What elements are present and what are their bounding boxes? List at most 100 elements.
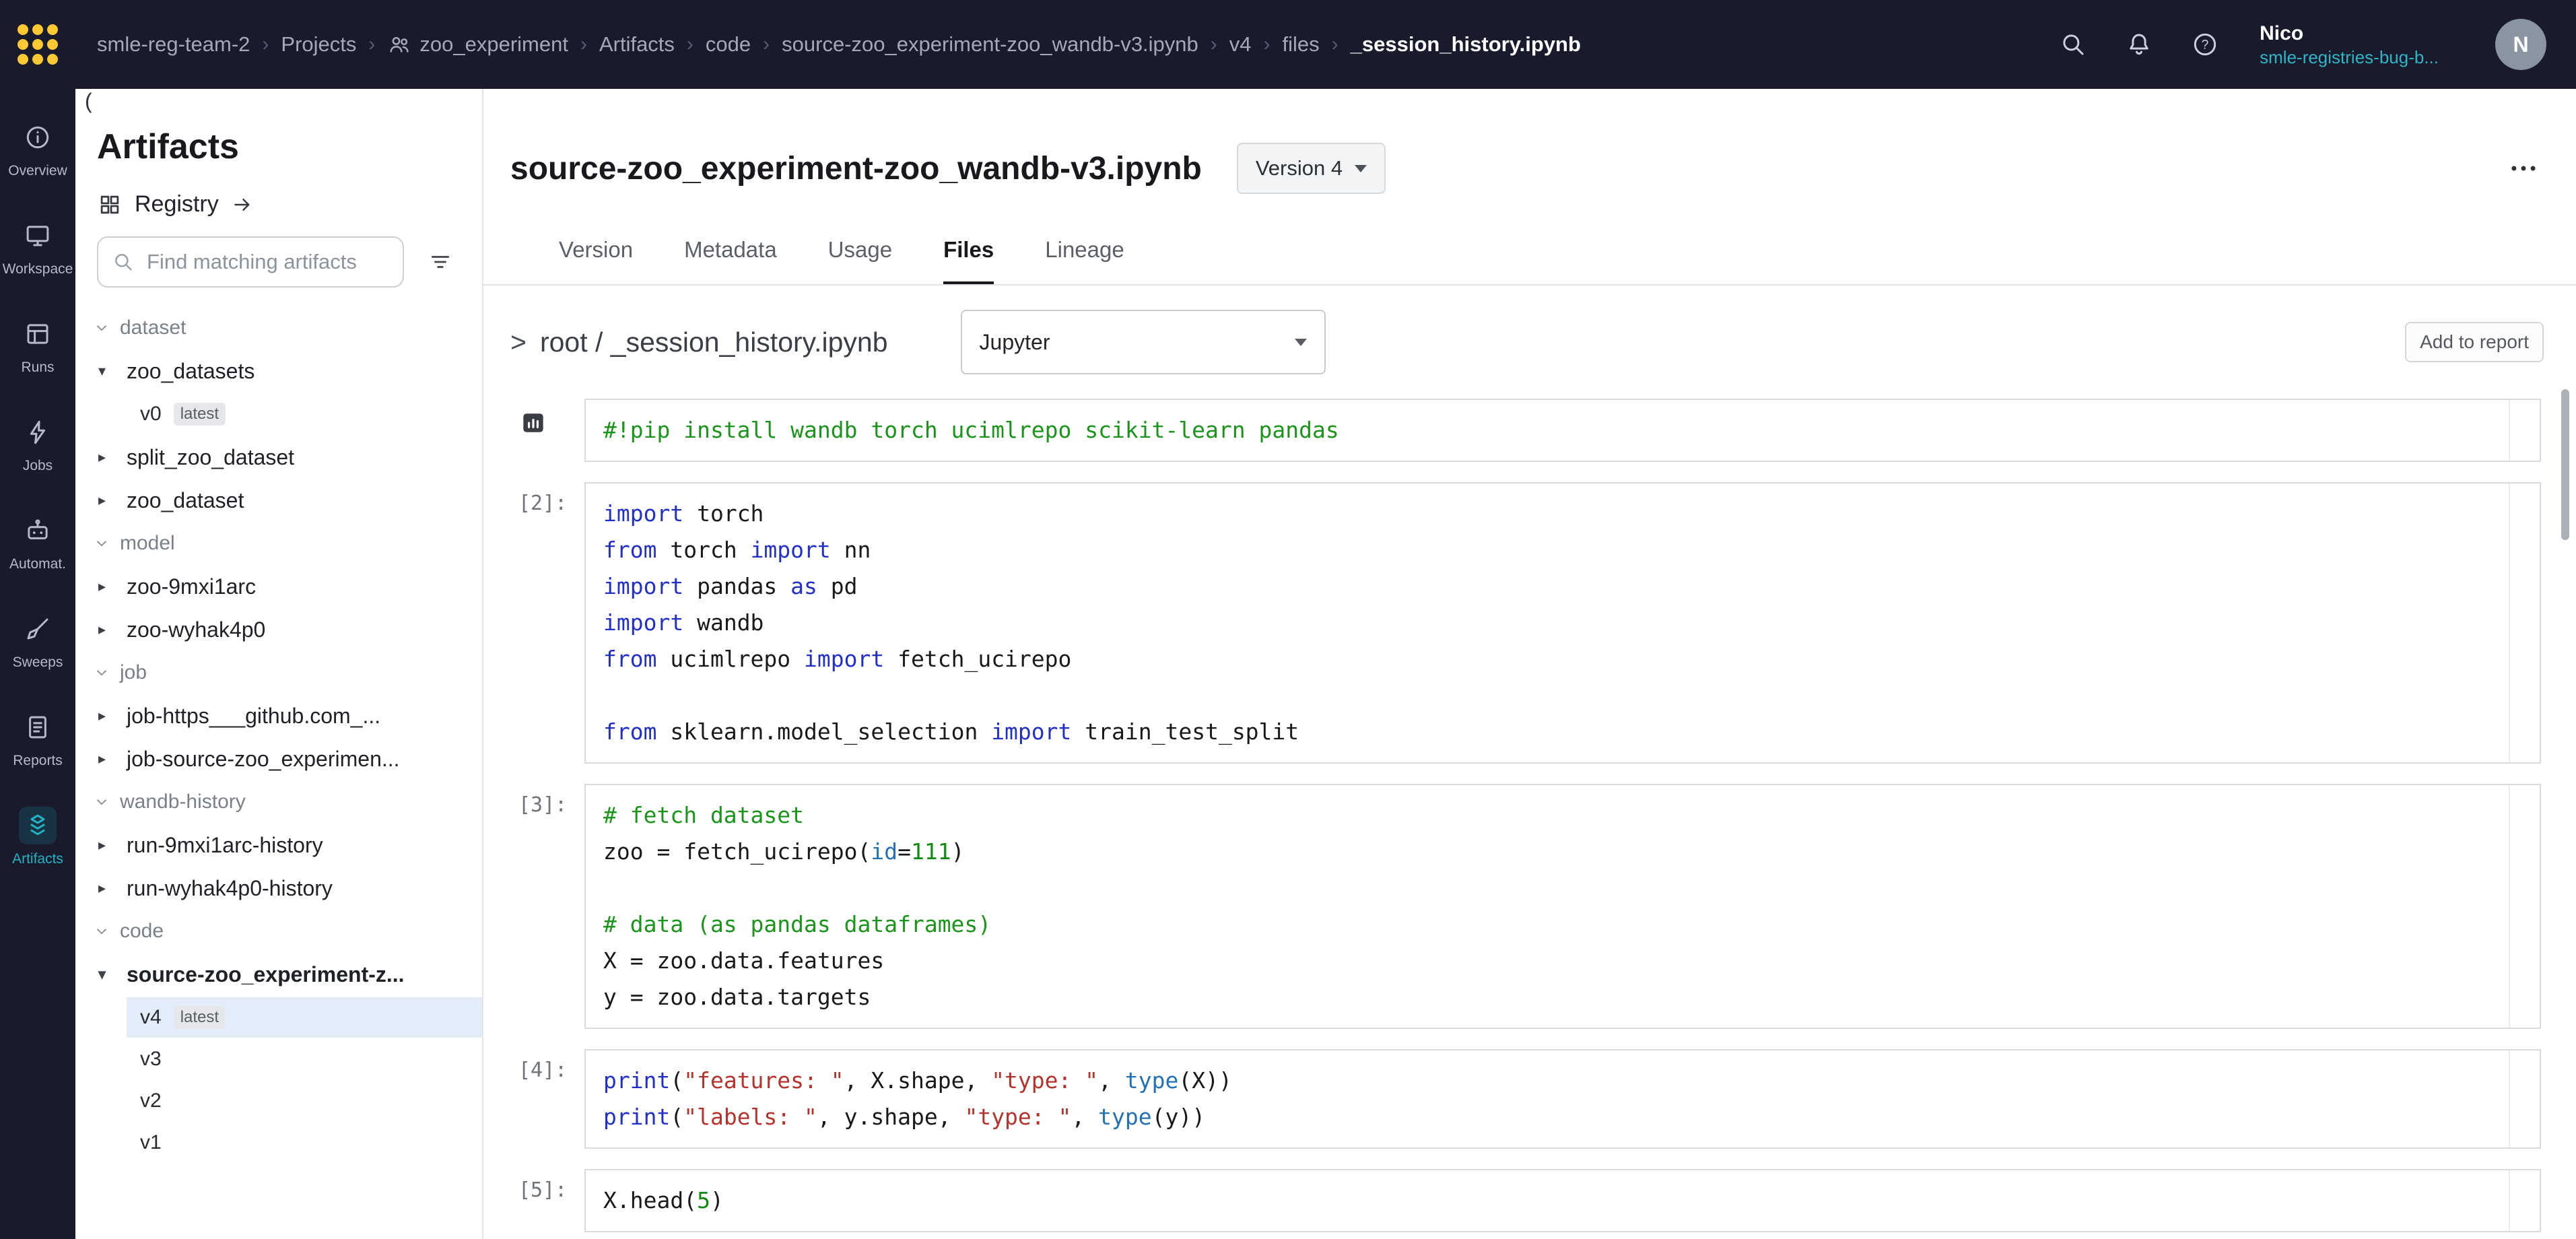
rail-item-runs[interactable]: Runs	[0, 296, 75, 395]
registry-link[interactable]: Registry	[97, 191, 461, 217]
tree-item[interactable]: ▸ job-https___github.com_...	[75, 694, 482, 737]
artifacts-icon	[19, 807, 57, 844]
version-dropdown-label: Version 4	[1256, 156, 1343, 180]
scrollbar[interactable]	[2561, 389, 2569, 540]
code-line: zoo = fetch_ucirepo(id=111)	[603, 834, 2540, 870]
expand-triangle-icon[interactable]: ▸	[98, 750, 114, 768]
expand-triangle-icon[interactable]: ▸	[98, 448, 114, 466]
chevron-down-icon	[93, 664, 110, 681]
tree-version-v4[interactable]: v4latest	[127, 997, 482, 1038]
tree-item[interactable]: ▸job-source-zoo_experimen...	[75, 737, 482, 780]
rail-item-label: Overview	[8, 163, 67, 179]
tree-item[interactable]: ▸run-9mxi1arc-history	[75, 824, 482, 867]
breadcrumb-separator: ›	[1264, 33, 1270, 56]
expand-triangle-icon[interactable]: ▸	[98, 578, 114, 595]
breadcrumb-item[interactable]: v4	[1229, 32, 1252, 57]
breadcrumb-item[interactable]: _session_history.ipynb	[1351, 32, 1581, 57]
code-line: from torch import nn	[603, 532, 2540, 568]
rail-item-reports[interactable]: Reports	[0, 690, 75, 788]
tree-section-job[interactable]: job	[75, 651, 482, 694]
expand-triangle-icon[interactable]: ▸	[98, 621, 114, 638]
tab-version[interactable]: Version	[559, 237, 633, 284]
tab-lineage[interactable]: Lineage	[1045, 237, 1124, 284]
rail-item-overview[interactable]: Overview	[0, 100, 75, 198]
cell-execution-count	[518, 399, 584, 462]
artifact-search[interactable]	[97, 236, 404, 288]
more-options-icon[interactable]	[2506, 151, 2541, 186]
path-prefix: >	[510, 327, 527, 358]
tree-version-v1[interactable]: v1	[127, 1123, 482, 1163]
help-icon[interactable]: ?	[2191, 30, 2219, 59]
search-icon[interactable]	[2059, 30, 2087, 59]
breadcrumb-item[interactable]: zoo_experiment	[387, 32, 568, 57]
cell-code[interactable]: X.head(5)	[584, 1169, 2541, 1232]
user-info[interactable]: Nico smle-registries-bug-b...	[2260, 20, 2439, 69]
breadcrumb-item[interactable]: Projects	[281, 32, 356, 57]
tree-item[interactable]: ▸zoo_dataset	[75, 479, 482, 522]
stray-character: (	[85, 89, 92, 114]
logo-dot	[18, 54, 28, 65]
tree-version-v2[interactable]: v2	[127, 1081, 482, 1121]
viewer-select[interactable]: Jupyter	[961, 310, 1326, 374]
rail-item-sweeps[interactable]: Sweeps	[0, 591, 75, 690]
tree-section-model[interactable]: model	[75, 522, 482, 565]
cell-code[interactable]: print("features: ", X.shape, "type: ", t…	[584, 1049, 2541, 1149]
expand-triangle-icon[interactable]: ▾	[98, 966, 114, 983]
breadcrumb-item[interactable]: source-zoo_experiment-zoo_wandb-v3.ipynb	[782, 32, 1198, 57]
version-dropdown[interactable]: Version 4	[1237, 143, 1386, 194]
tree-item-label: source-zoo_experiment-z...	[127, 962, 405, 987]
tree-item-label: zoo-wyhak4p0	[127, 617, 265, 642]
tab-usage[interactable]: Usage	[828, 237, 892, 284]
tree-section-label: dataset	[120, 316, 186, 339]
rail-item-label: Automat.	[9, 556, 66, 572]
expand-triangle-icon[interactable]: ▸	[98, 492, 114, 509]
rail-item-automat[interactable]: Automat.	[0, 493, 75, 591]
tree-section-code[interactable]: code	[75, 910, 482, 953]
cell-code[interactable]: import torchfrom torch import nnimport p…	[584, 482, 2541, 764]
user-team-link[interactable]: smle-registries-bug-b...	[2260, 46, 2439, 69]
tree-item[interactable]: ▾ source-zoo_experiment-z...	[75, 953, 482, 996]
artifact-search-input[interactable]	[144, 248, 389, 275]
tab-files[interactable]: Files	[943, 237, 994, 284]
sweeps-icon	[19, 610, 57, 648]
expand-triangle-icon[interactable]: ▸	[98, 879, 114, 897]
cell-execution-count: [3]:	[518, 784, 584, 1029]
wandb-logo[interactable]	[0, 24, 75, 65]
tree-item[interactable]: ▸run-wyhak4p0-history	[75, 867, 482, 910]
chevron-down-icon	[1355, 165, 1367, 172]
tree-item[interactable]: ▸zoo-9mxi1arc	[75, 565, 482, 608]
notifications-icon[interactable]	[2125, 30, 2153, 59]
search-icon	[112, 250, 135, 273]
add-to-report-button[interactable]: Add to report	[2405, 322, 2544, 362]
expand-triangle-icon[interactable]: ▸	[98, 707, 114, 725]
avatar[interactable]: N	[2495, 19, 2546, 70]
rail-item-artifacts[interactable]: Artifacts	[0, 788, 75, 886]
tree-item[interactable]: ▾zoo_datasets	[75, 349, 482, 393]
breadcrumb-item[interactable]: code	[706, 32, 751, 57]
breadcrumb-item[interactable]: files	[1283, 32, 1320, 57]
logo-dot	[18, 39, 28, 50]
filter-icon[interactable]	[420, 242, 461, 282]
expand-triangle-icon[interactable]: ▸	[98, 836, 114, 854]
tree-item[interactable]: ▸split_zoo_dataset	[75, 436, 482, 479]
tree-section-wandb-history[interactable]: wandb-history	[75, 780, 482, 824]
code-line: print("features: ", X.shape, "type: ", t…	[603, 1063, 2540, 1099]
tree-item[interactable]: ▸ zoo-wyhak4p0	[75, 608, 482, 651]
breadcrumb: smle-reg-team-2›Projects›zoo_experiment›…	[75, 32, 2059, 57]
tab-metadata[interactable]: Metadata	[684, 237, 777, 284]
tree-version-v0[interactable]: v0latest	[127, 394, 482, 434]
code-line	[603, 870, 2540, 906]
expand-triangle-icon[interactable]: ▾	[98, 362, 114, 380]
tree-section-label: code	[120, 920, 164, 943]
rail-item-jobs[interactable]: Jobs	[0, 395, 75, 493]
tree-version-v3[interactable]: v3	[127, 1039, 482, 1079]
breadcrumb-item[interactable]: Artifacts	[599, 32, 675, 57]
chevron-down-icon	[1295, 339, 1307, 346]
tree-item-label: job-https___github.com_...	[127, 704, 380, 729]
cell-code[interactable]: # fetch datasetzoo = fetch_ucirepo(id=11…	[584, 784, 2541, 1029]
tree-section-dataset[interactable]: dataset	[75, 306, 482, 349]
cell-code[interactable]: #!pip install wandb torch ucimlrepo scik…	[584, 399, 2541, 462]
breadcrumb-label: Artifacts	[599, 32, 675, 57]
rail-item-workspace[interactable]: Workspace	[0, 198, 75, 296]
breadcrumb-item[interactable]: smle-reg-team-2	[97, 32, 250, 57]
